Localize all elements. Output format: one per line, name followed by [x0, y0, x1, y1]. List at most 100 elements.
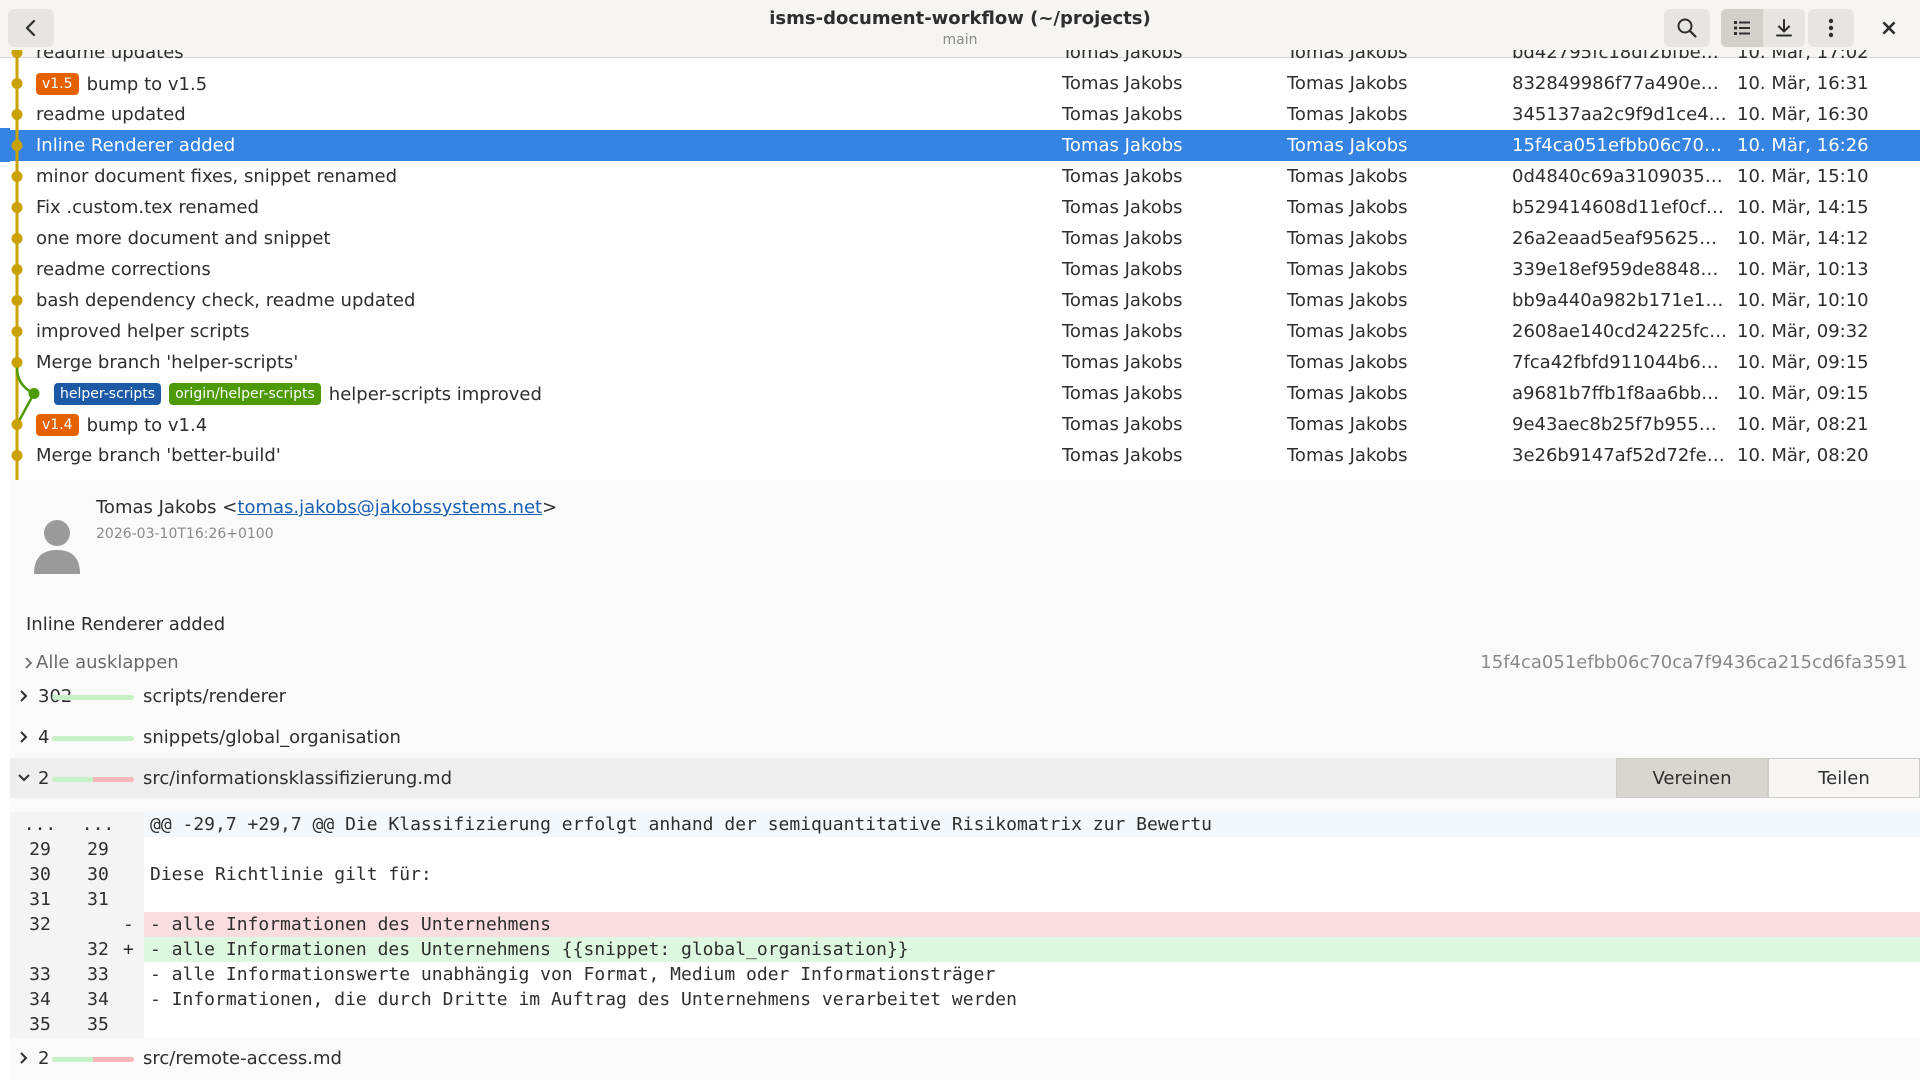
commit-row[interactable]: minor document fixes, snippet renamed Tom… — [10, 161, 1920, 192]
commit-row[interactable]: readme corrections Tomas Jakobs Tomas Jako… — [10, 254, 1920, 285]
committer-cell: Tomas Jakobs — [1287, 259, 1408, 280]
hash-cell: 2608ae140cd24225fc2f... — [1512, 321, 1728, 342]
diff-view: ...... @@ -29,7 +29,7 @@ Die Klassifizier… — [10, 812, 1920, 1038]
author-cell: Tomas Jakobs — [1062, 290, 1183, 311]
commit-row[interactable]: readme updated Tomas Jakobs Tomas Jakobs 34… — [10, 99, 1920, 130]
commit-row[interactable]: one more document and snippet Tomas Jakob… — [10, 223, 1920, 254]
change-count: 2 — [38, 1048, 50, 1069]
close-button[interactable]: × — [1866, 9, 1912, 47]
commit-row[interactable]: Inline Renderer added Tomas Jakobs Tomas J… — [10, 130, 1920, 161]
author-date: 2026-03-10T16:26+0100 — [96, 526, 274, 542]
date-cell: 10. Mär, 17:02 — [1737, 50, 1869, 63]
commit-list: readme updates Tomas Jakobs Tomas Jakobs bd… — [10, 50, 1920, 480]
context-line: 35 35 — [10, 1012, 1920, 1037]
old-line-number: 34 — [29, 989, 51, 1010]
changed-file-row[interactable]: 4 snippets/global_organisation — [10, 717, 1920, 757]
date-cell: 10. Mär, 14:15 — [1737, 197, 1869, 218]
chevron-right-icon — [25, 656, 33, 669]
file-path: scripts/renderer — [143, 686, 287, 707]
author-cell: Tomas Jakobs — [1062, 352, 1183, 373]
commit-details: Tomas Jakobs <tomas.jakobs@jakobssystems… — [10, 480, 1920, 1080]
commit-message-cell: one more document and snippet — [36, 228, 330, 249]
author-cell: Tomas Jakobs — [1062, 135, 1183, 156]
unified-view-button[interactable]: Vereinen — [1616, 758, 1768, 798]
new-line-number: 30 — [87, 864, 109, 885]
context-line: 30 30 Diese Richtlinie gilt für: — [10, 862, 1920, 887]
expand-all-button[interactable]: Alle ausklappen — [22, 652, 179, 673]
committer-cell: Tomas Jakobs — [1287, 445, 1408, 466]
code-text: - Informationen, die durch Dritte im Auf… — [150, 989, 1017, 1010]
diff-sign: - — [123, 914, 134, 935]
commit-row[interactable]: Fix .custom.tex renamed Tomas Jakobs Tomas… — [10, 192, 1920, 223]
new-line-number: 29 — [87, 839, 109, 860]
additions-bar — [52, 736, 134, 741]
date-cell: 10. Mär, 08:20 — [1737, 445, 1869, 466]
commit-subject: one more document and snippet — [36, 228, 331, 249]
file-path: snippets/global_organisation — [143, 727, 401, 748]
full-commit-hash: 15f4ca051efbb06c70ca7f9436ca215cd6fa3591 — [1480, 652, 1908, 673]
selection-accent — [0, 128, 10, 162]
download-button[interactable] — [1763, 9, 1805, 47]
commit-message: Inline Renderer added — [26, 614, 226, 635]
commit-row[interactable]: Merge branch 'better-build' Tomas Jakobs T… — [10, 440, 1920, 471]
author-cell: Tomas Jakobs — [1062, 166, 1183, 187]
author-email-link[interactable]: tomas.jakobs@jakobssystems.net — [237, 497, 542, 518]
main-menu-button[interactable] — [1808, 9, 1854, 47]
commit-message-cell: v1.4 bump to v1.4 — [36, 414, 207, 436]
changed-file-row[interactable]: 2 src/remote-access.md — [10, 1038, 1920, 1078]
context-line: 31 31 — [10, 887, 1920, 912]
commit-row[interactable]: v1.5 bump to v1.5 Tomas Jakobs Tomas Jakobs… — [10, 68, 1920, 99]
list-view-button[interactable] — [1721, 9, 1763, 47]
view-button-group — [1721, 9, 1805, 47]
additions-bar — [52, 695, 134, 700]
commit-subject: bash dependency check, readme updated — [36, 290, 416, 311]
committer-cell: Tomas Jakobs — [1287, 352, 1408, 373]
author-cell: Tomas Jakobs — [1062, 445, 1183, 466]
old-line-number: 35 — [29, 1014, 51, 1035]
split-view-button[interactable]: Teilen — [1768, 758, 1920, 798]
commit-row[interactable]: helper-scripts origin/helper-scripts helpe… — [10, 378, 1920, 409]
deletions-bar — [93, 1057, 134, 1062]
tag-badge: v1.4 — [36, 414, 79, 436]
hash-cell: 832849986f77a490ed... — [1512, 73, 1728, 94]
code-text: - alle Informationen des Unternehmens {{… — [144, 937, 1920, 962]
hash-cell: bb9a440a982b171e182... — [1512, 290, 1728, 311]
changed-file-row[interactable]: 302scripts/renderer — [10, 676, 1920, 716]
context-line: 29 29 — [10, 837, 1920, 862]
author-cell: Tomas Jakobs — [1062, 197, 1183, 218]
hash-cell: b529414608d11ef0cfec... — [1512, 197, 1728, 218]
author-cell: Tomas Jakobs — [1062, 104, 1183, 125]
commit-message-cell: Fix .custom.tex renamed — [36, 197, 259, 218]
download-icon — [1776, 19, 1792, 37]
commit-row[interactable]: v1.4 bump to v1.4 Tomas Jakobs Tomas Jakobs… — [10, 409, 1920, 440]
list-view-icon — [1734, 21, 1750, 35]
hash-cell: 0d4840c69a31090352... — [1512, 166, 1728, 187]
context-line: 34 34 - Informationen, die durch Dritte im… — [10, 987, 1920, 1012]
date-cell: 10. Mär, 08:21 — [1737, 414, 1869, 435]
old-line-number: ... — [23, 814, 57, 835]
commit-row[interactable]: improved helper scripts Tomas Jakobs Tomas… — [10, 316, 1920, 347]
commit-row[interactable]: readme updates Tomas Jakobs Tomas Jakobs bd… — [10, 50, 1920, 68]
new-line-number: 31 — [87, 889, 109, 910]
commit-subject: bump to v1.5 — [86, 73, 208, 95]
author-cell: Tomas Jakobs — [1062, 228, 1183, 249]
commit-row[interactable]: Merge branch 'helper-scripts' Tomas Jakob… — [10, 347, 1920, 378]
commit-message-cell: minor document fixes, snippet renamed — [36, 166, 397, 187]
search-button[interactable] — [1664, 9, 1710, 47]
author-cell: Tomas Jakobs — [1062, 50, 1183, 63]
hash-cell: 9e43aec8b25f7b95546... — [1512, 414, 1728, 435]
committer-cell: Tomas Jakobs — [1287, 166, 1408, 187]
commit-row[interactable]: bash dependency check, readme updated Tom… — [10, 285, 1920, 316]
code-text: Diese Richtlinie gilt für: — [150, 864, 432, 885]
date-cell: 10. Mär, 16:31 — [1737, 73, 1869, 94]
committer-cell: Tomas Jakobs — [1287, 228, 1408, 249]
committer-cell: Tomas Jakobs — [1287, 321, 1408, 342]
commit-subject: Merge branch 'helper-scripts' — [36, 352, 299, 373]
deletions-bar — [93, 777, 134, 782]
old-line-number: 30 — [29, 864, 51, 885]
changed-file-row[interactable]: 2 src/informationsklassifizierung.md Verei… — [10, 758, 1920, 798]
hash-cell: 339e18ef959de8848ea... — [1512, 259, 1728, 280]
menu-icon — [1828, 18, 1834, 38]
commit-author: Tomas Jakobs <tomas.jakobs@jakobssystems… — [96, 497, 558, 518]
